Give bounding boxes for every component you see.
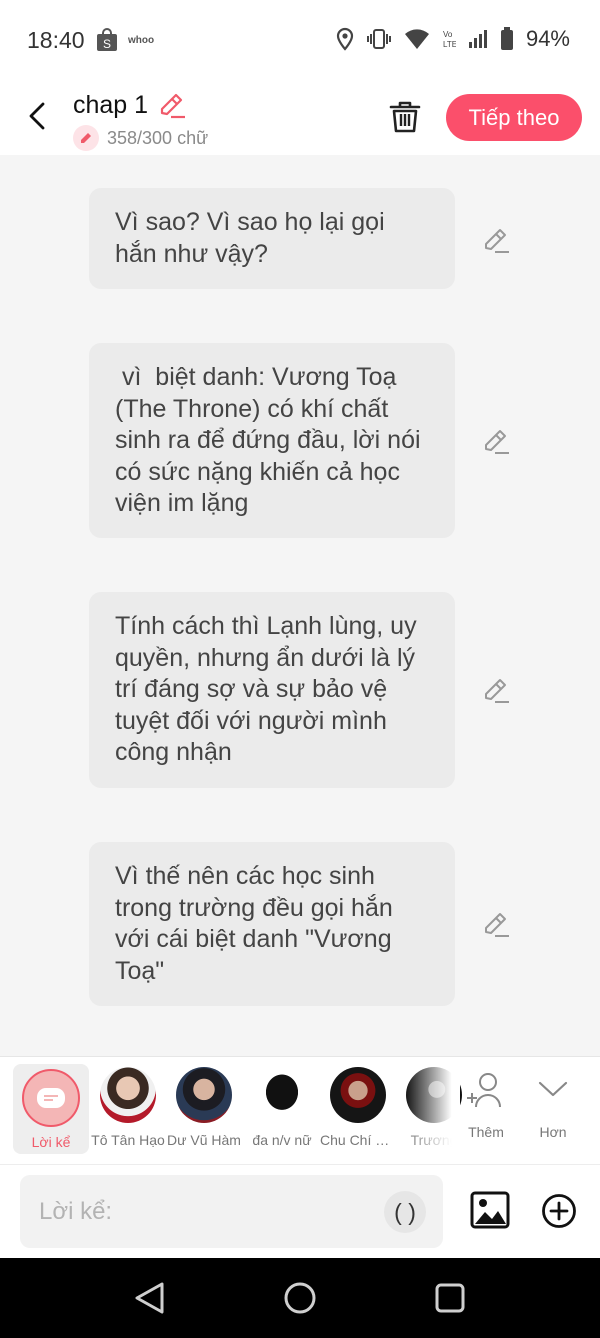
signal-icon — [468, 29, 488, 49]
more-label: Hơn — [539, 1124, 567, 1140]
square-recents-icon — [435, 1283, 465, 1313]
system-nav-bar — [0, 1258, 600, 1338]
character-option[interactable]: Dư Vũ Hàm — [166, 1067, 242, 1148]
edit-message-button[interactable] — [482, 226, 510, 254]
insert-image-button[interactable] — [470, 1191, 510, 1229]
editor-header: chap 1 358/300 chữ Tiếp theo — [0, 80, 600, 155]
nav-home-button[interactable] — [282, 1280, 318, 1316]
pencil-icon — [485, 913, 509, 937]
word-count-text: 358/300 chữ — [107, 127, 209, 148]
message-text: Vì thế nên các học sinh trong trường đều… — [115, 862, 393, 985]
status-bar: 18:40 S whoo Vo LTE 94% — [0, 0, 600, 80]
battery-icon — [500, 27, 514, 51]
volte-icon: Vo LTE — [442, 28, 456, 50]
narrator-label: Lời kể — [31, 1134, 71, 1150]
avatar — [330, 1067, 386, 1123]
input-placeholder: Lời kể: — [39, 1198, 113, 1225]
edit-message-button[interactable] — [482, 676, 510, 704]
status-icons: Vo LTE 94% — [336, 26, 570, 52]
back-arrow-icon — [29, 102, 45, 130]
edit-title-button[interactable] — [158, 91, 186, 119]
character-name: Dư Vũ Hàm — [167, 1132, 241, 1148]
edit-message-button[interactable] — [482, 910, 510, 938]
message-input[interactable]: Lời kể: ( ) — [20, 1175, 443, 1248]
pencil-badge-icon — [73, 125, 99, 151]
message-text: vì biệt danh: Vương Toạ (The Throne) có … — [115, 363, 428, 517]
svg-text:S: S — [103, 37, 111, 51]
pencil-icon — [485, 229, 509, 253]
status-left-icons: S whoo — [96, 28, 154, 52]
message-bubble[interactable]: Vì sao? Vì sao họ lại gọi hắn như vậy? — [89, 188, 455, 289]
avatar — [176, 1067, 232, 1123]
shopping-bag-icon: S — [96, 28, 118, 52]
composer: Lời kể: ( ) — [0, 1164, 600, 1258]
image-icon — [470, 1191, 510, 1229]
next-button[interactable]: Tiếp theo — [446, 94, 582, 141]
message-bubble[interactable]: vì biệt danh: Vương Toạ (The Throne) có … — [89, 343, 455, 538]
pencil-icon — [485, 430, 509, 454]
character-name: Chu Chí Hâm — [320, 1132, 396, 1148]
add-person-icon — [467, 1073, 501, 1108]
character-option[interactable]: đa n/v nữ — [244, 1067, 320, 1148]
trash-icon — [389, 101, 421, 133]
svg-text:Vo: Vo — [443, 30, 453, 39]
status-time: 18:40 — [27, 27, 85, 53]
nav-recents-button[interactable] — [432, 1280, 468, 1316]
character-name: Tô Tân Hạo — [91, 1132, 165, 1148]
message-list[interactable]: Vì sao? Vì sao họ lại gọi hắn như vậy? v… — [0, 155, 600, 1056]
pencil-icon — [485, 679, 509, 703]
wifi-icon — [404, 28, 430, 50]
add-button[interactable] — [541, 1193, 577, 1229]
battery-percent: 94% — [525, 26, 570, 51]
add-character-button[interactable]: Thêm — [456, 1071, 516, 1140]
chapter-title[interactable]: chap 1 — [73, 91, 148, 120]
message-bubble[interactable]: Tính cách thì Lạnh lùng, uy quyền, nhưng… — [89, 592, 455, 788]
edit-message-button[interactable] — [482, 427, 510, 455]
narrator-option[interactable]: Lời kể — [13, 1064, 89, 1154]
more-button[interactable]: Hơn — [523, 1071, 583, 1140]
add-character-label: Thêm — [468, 1124, 504, 1140]
message-text: Vì sao? Vì sao họ lại gọi hắn như vậy? — [115, 208, 385, 268]
plus-circle-icon — [542, 1194, 576, 1228]
character-name: đa n/v nữ — [252, 1132, 312, 1148]
character-option[interactable]: Tô Tân Hạo — [90, 1067, 166, 1148]
character-selector: Lời kể Tô Tân Hạo Dư Vũ Hàm đa n/v nữ Ch… — [0, 1056, 600, 1165]
svg-text:LTE: LTE — [443, 40, 456, 49]
character-option[interactable]: Chu Chí Hâm — [320, 1067, 396, 1148]
message-text: Tính cách thì Lạnh lùng, uy quyền, nhưng… — [115, 612, 417, 766]
location-icon — [336, 27, 354, 51]
triangle-back-icon — [135, 1282, 164, 1314]
parenthesis-button[interactable]: ( ) — [384, 1191, 426, 1233]
circle-home-icon — [284, 1282, 316, 1314]
back-button[interactable] — [20, 98, 54, 134]
nav-back-button[interactable] — [132, 1280, 168, 1316]
app-label: whoo — [128, 34, 155, 46]
avatar — [100, 1067, 156, 1123]
pencil-icon — [160, 93, 185, 119]
narrator-icon — [22, 1069, 80, 1127]
word-count: 358/300 chữ — [73, 125, 208, 151]
chevron-down-icon — [538, 1081, 568, 1097]
delete-button[interactable] — [388, 100, 422, 134]
avatar — [254, 1067, 310, 1123]
strip-fade — [405, 1057, 460, 1165]
message-bubble[interactable]: Vì thế nên các học sinh trong trường đều… — [89, 842, 455, 1006]
vibrate-icon — [366, 28, 392, 50]
